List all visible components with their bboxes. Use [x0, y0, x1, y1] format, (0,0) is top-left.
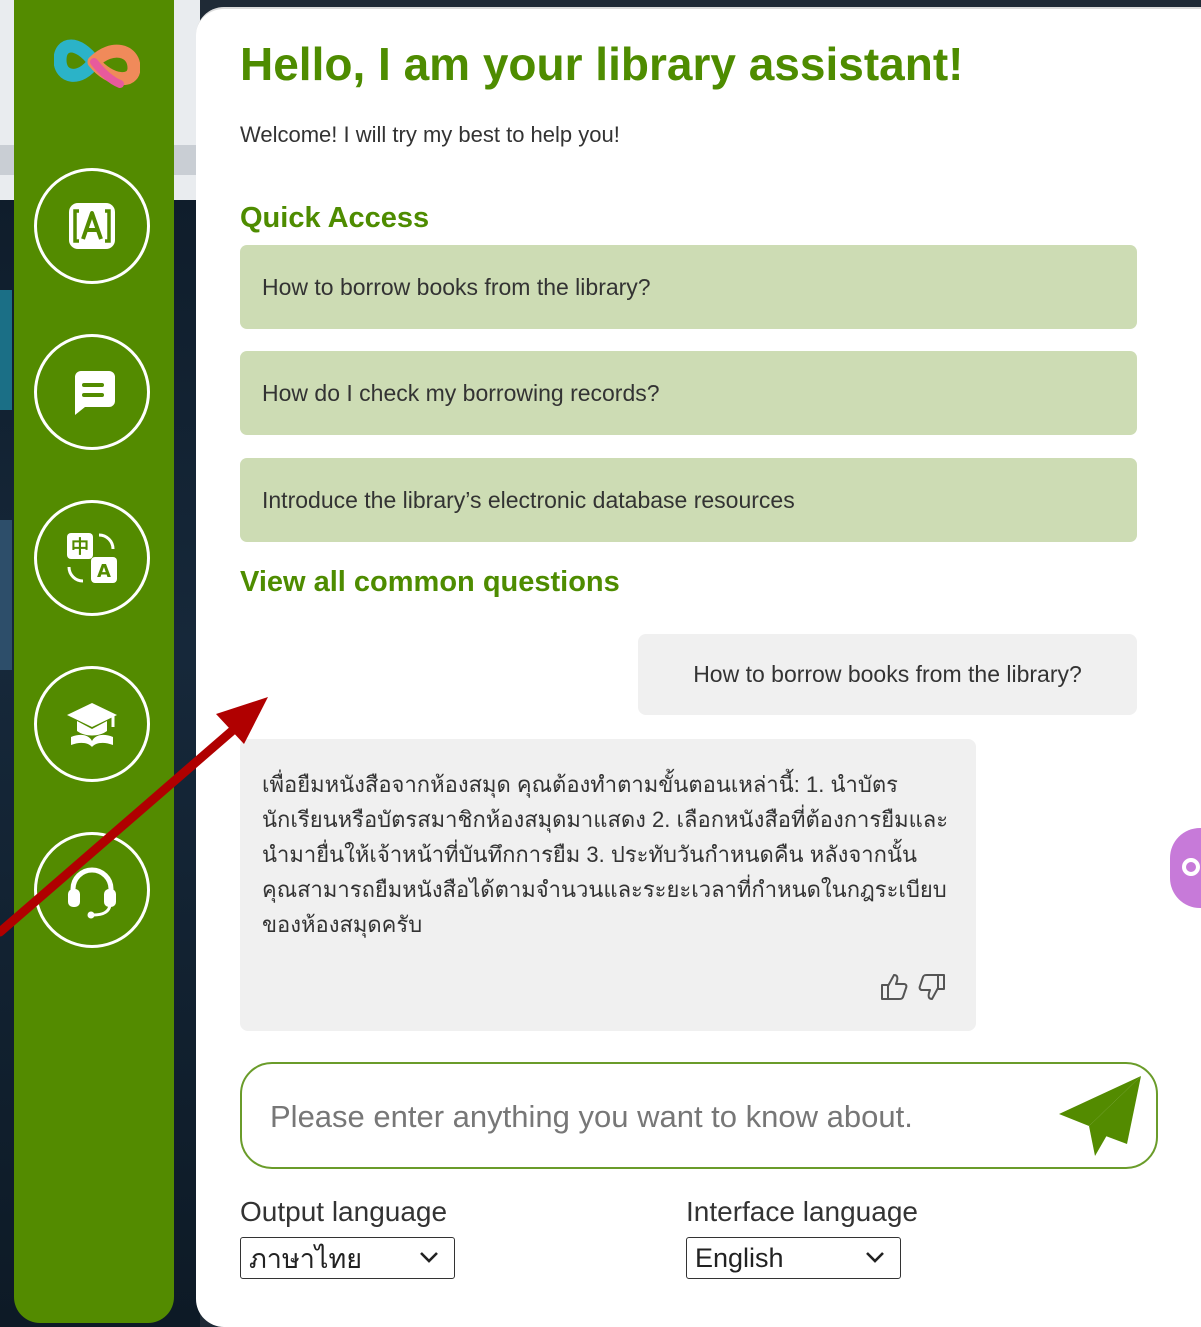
feedback-controls	[878, 971, 948, 1003]
svg-text:A: A	[97, 561, 111, 582]
user-message: How to borrow books from the library?	[638, 634, 1137, 715]
bot-message-text: เพื่อยืมหนังสือจากห้องสมุด คุณต้องทำตามข…	[262, 772, 949, 937]
background-page-strip	[0, 290, 12, 410]
customer-support-button[interactable]	[34, 832, 150, 948]
send-icon[interactable]	[1055, 1070, 1147, 1162]
thumbs-up-icon[interactable]	[878, 971, 910, 1003]
bot-message: เพื่อยืมหนังสือจากห้องสมุด คุณต้องทำตามข…	[240, 739, 976, 1031]
interface-language-select[interactable]: English	[686, 1237, 901, 1279]
education-button[interactable]	[34, 666, 150, 782]
thumbs-down-icon[interactable]	[916, 971, 948, 1003]
text-recognition-button[interactable]	[34, 168, 150, 284]
translate-icon: 中 A	[67, 533, 117, 583]
graduation-cap-icon	[67, 703, 117, 747]
welcome-text: Welcome! I will try my best to help you!	[240, 122, 620, 147]
assistant-panel: Hello, I am your library assistant! Welc…	[196, 7, 1201, 1327]
chevron-down-icon	[866, 1252, 884, 1263]
chat-icon	[75, 371, 115, 415]
logo-icon	[53, 22, 141, 102]
quick-access-item[interactable]: How do I check my borrowing records?	[240, 351, 1137, 435]
question-input-box	[240, 1062, 1158, 1169]
quick-access-title: Quick Access	[240, 202, 430, 234]
interface-language-label: Interface language	[686, 1196, 918, 1227]
headset-icon	[68, 867, 116, 919]
quick-access-item[interactable]: How to borrow books from the library?	[240, 245, 1137, 329]
quick-access-item[interactable]: Introduce the library’s electronic datab…	[240, 458, 1137, 542]
chevron-down-icon	[420, 1252, 438, 1263]
translate-button[interactable]: 中 A	[34, 500, 150, 616]
output-language-value: ภาษาไทย	[249, 1243, 363, 1274]
view-all-questions-link[interactable]: View all common questions	[240, 566, 620, 599]
page-title: Hello, I am your library assistant!	[240, 38, 964, 90]
svg-text:中: 中	[71, 536, 89, 558]
output-language-select[interactable]: ภาษาไทย	[240, 1237, 455, 1279]
question-input[interactable]	[268, 1082, 1032, 1152]
assistant-sidebar: 中 A	[14, 0, 174, 1323]
text-recognition-icon	[69, 203, 115, 249]
chat-button[interactable]	[34, 334, 150, 450]
interface-language-value: English	[695, 1242, 784, 1273]
output-language-label: Output language	[240, 1196, 448, 1227]
background-page-strip	[0, 520, 12, 670]
